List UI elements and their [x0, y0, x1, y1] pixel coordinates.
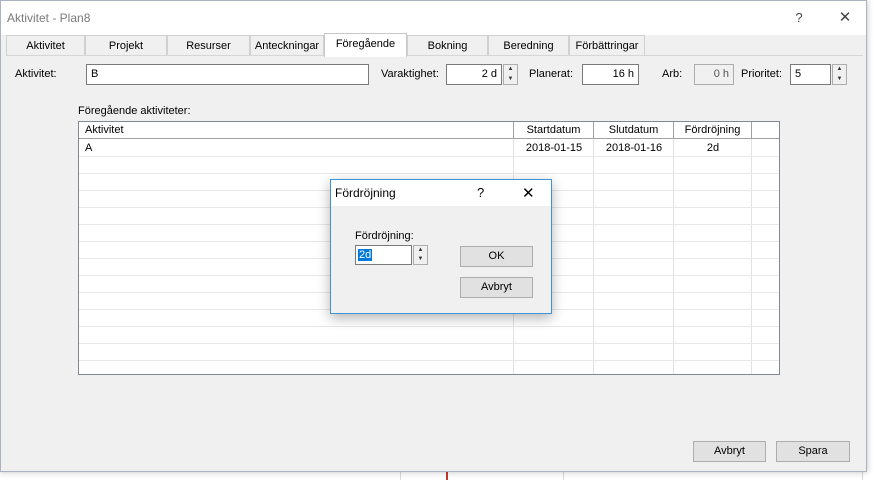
close-icon[interactable]: ✕ [835, 8, 855, 28]
column-header-filler [752, 122, 779, 139]
spin-down-icon[interactable]: ▼ [504, 75, 517, 84]
aktivitet-field[interactable]: B [86, 64, 369, 85]
arb-label: Arb: [662, 68, 683, 80]
cell-slutdatum: 2018-01-16 [605, 142, 663, 154]
tab-aktivitet[interactable]: Aktivitet [6, 35, 85, 57]
ok-button[interactable]: OK [460, 246, 533, 267]
column-divider [593, 139, 594, 374]
delay-spinner[interactable]: ▲ ▼ [413, 245, 428, 265]
predecessors-label: Föregående aktiviteter: [78, 105, 191, 117]
cell-fordrojning: 2d [706, 142, 720, 154]
tab-bokning[interactable]: Bokning [407, 35, 488, 57]
spin-down-icon[interactable]: ▼ [414, 255, 427, 264]
cell-aktivitet: A [85, 142, 93, 154]
cell-startdatum: 2018-01-15 [525, 142, 583, 154]
planerat-field[interactable]: 16 h [582, 64, 639, 85]
aktivitet-label: Aktivitet: [15, 68, 57, 80]
tab-resurser[interactable]: Resurser [167, 35, 250, 57]
prioritet-spinner[interactable]: ▲ ▼ [832, 64, 847, 85]
column-header-startdatum[interactable]: Startdatum [514, 122, 594, 139]
spin-down-icon[interactable]: ▼ [833, 75, 846, 84]
spin-up-icon[interactable]: ▲ [833, 65, 846, 74]
delay-input[interactable]: 2d [355, 245, 412, 265]
save-button[interactable]: Spara [776, 441, 850, 462]
dialog-close-icon[interactable]: ✕ [522, 184, 535, 202]
title-bar: Aktivitet - Plan8 ? ✕ [1, 1, 866, 35]
delay-field-label: Fördröjning: [355, 230, 414, 242]
window-title: Aktivitet - Plan8 [7, 11, 91, 25]
tab-anteckningar[interactable]: Anteckningar [250, 35, 324, 57]
spin-up-icon[interactable]: ▲ [414, 246, 427, 255]
varaktighet-label: Varaktighet: [381, 68, 439, 80]
spin-up-icon[interactable]: ▲ [504, 65, 517, 74]
row-divider [79, 343, 779, 344]
column-header-aktivitet[interactable]: Aktivitet [79, 122, 514, 139]
column-header-fordrojning[interactable]: Fördröjning [674, 122, 752, 139]
planerat-label: Planerat: [529, 68, 574, 80]
dialog-title-bar: Fördröjning ? ✕ [331, 180, 551, 206]
dialog-title: Fördröjning [335, 186, 396, 200]
row-divider [79, 360, 779, 361]
tab-projekt[interactable]: Projekt [85, 35, 167, 57]
row-divider [79, 173, 779, 174]
dialog-help-icon[interactable]: ? [477, 185, 484, 200]
arb-field: 0 h [694, 64, 734, 85]
prioritet-label: Prioritet: [741, 68, 782, 80]
row-divider [79, 326, 779, 327]
varaktighet-spinner[interactable]: ▲ ▼ [503, 64, 518, 85]
tab-beredning[interactable]: Beredning [488, 35, 569, 57]
varaktighet-field[interactable]: 2 d [446, 64, 502, 85]
prioritet-field[interactable]: 5 [790, 64, 831, 85]
help-icon[interactable]: ? [789, 8, 809, 28]
column-header-slutdatum[interactable]: Slutdatum [594, 122, 674, 139]
column-divider [673, 139, 674, 374]
tab-foregaende[interactable]: Föregående [324, 33, 407, 57]
column-divider [751, 139, 752, 374]
delay-dialog: Fördröjning ? ✕ Fördröjning: 2d ▲ ▼ OK A… [330, 179, 552, 314]
delay-input-value: 2d [358, 249, 373, 261]
tab-forbattringar[interactable]: Förbättringar [569, 35, 645, 57]
dialog-cancel-button[interactable]: Avbryt [460, 277, 533, 298]
cancel-button[interactable]: Avbryt [693, 441, 766, 462]
